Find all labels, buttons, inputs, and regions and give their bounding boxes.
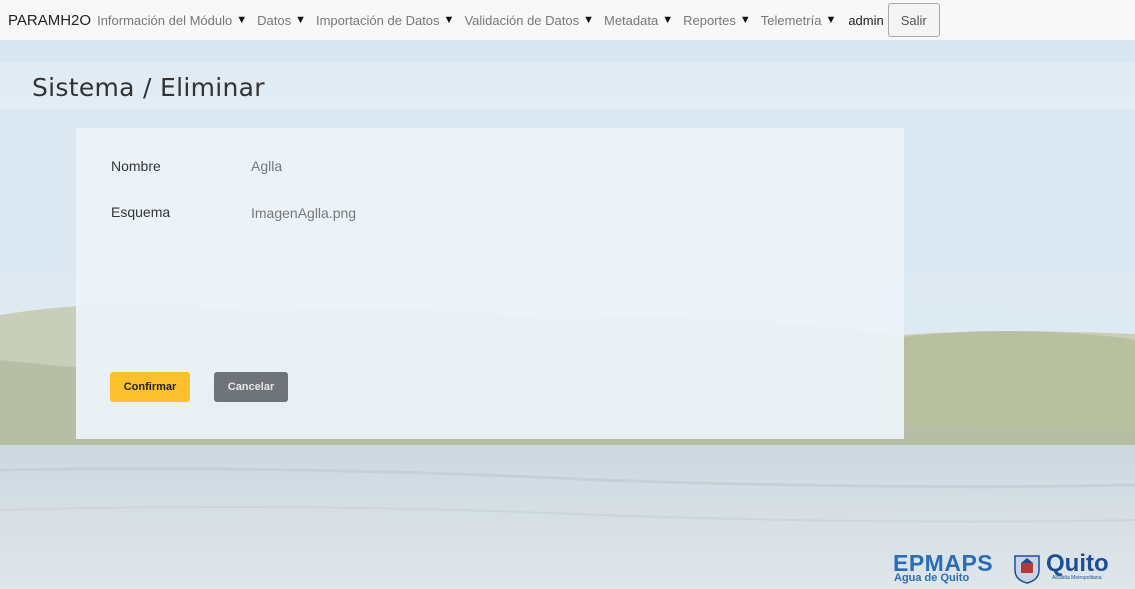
field-value-esquema: ImagenAglla.png bbox=[251, 205, 357, 221]
nav-item-reportes[interactable]: Reportes ▼ bbox=[683, 13, 755, 28]
field-label-nombre: Nombre bbox=[111, 158, 161, 174]
nav-item-metadata[interactable]: Metadata ▼ bbox=[604, 13, 677, 28]
nav-item-label: Importación de Datos bbox=[315, 12, 440, 28]
nav-item-informacion[interactable]: Información del Módulo ▼ bbox=[97, 13, 251, 28]
caret-down-icon: ▼ bbox=[825, 14, 837, 26]
nav-item-label: Datos bbox=[257, 12, 292, 28]
caret-down-icon: ▼ bbox=[583, 14, 594, 26]
delete-confirmation-card: Nombre Aglla Esquema ImagenAglla.png Con… bbox=[76, 128, 904, 439]
city-shield-icon bbox=[1013, 554, 1041, 589]
caret-down-icon: ▼ bbox=[295, 14, 306, 26]
logout-button[interactable]: Salir bbox=[887, 3, 940, 37]
nav-item-label: Validación de Datos bbox=[464, 12, 580, 28]
nav-item-telemetria[interactable]: Telemetría ▼ bbox=[761, 13, 841, 28]
city-logo-subtext: Alcaldía Metropolitana bbox=[1052, 575, 1102, 581]
footer-logo: EPMAPS Agua de Quito Quito Alcaldía Metr… bbox=[893, 550, 1135, 587]
nav-item-label: Metadata bbox=[604, 12, 659, 28]
nav-item-importacion[interactable]: Importación de Datos ▼ bbox=[316, 13, 458, 28]
cancel-button[interactable]: Cancelar bbox=[214, 372, 288, 402]
caret-down-icon: ▼ bbox=[739, 14, 751, 26]
city-logo-text: Quito bbox=[1046, 550, 1109, 577]
user-name: admin bbox=[848, 12, 884, 28]
nav-item-label: Información del Módulo bbox=[97, 12, 233, 28]
caret-down-icon: ▼ bbox=[236, 14, 248, 26]
nav-item-validacion[interactable]: Validación de Datos ▼ bbox=[464, 13, 598, 28]
nav-item-label: Reportes bbox=[683, 12, 736, 28]
confirm-button[interactable]: Confirmar bbox=[110, 372, 190, 402]
top-navbar: PARAMH2O Información del Módulo ▼ Datos … bbox=[0, 0, 1135, 40]
page-title: Sistema / Eliminar bbox=[32, 73, 265, 102]
field-value-nombre: Aglla bbox=[251, 158, 283, 174]
nav-item-datos[interactable]: Datos ▼ bbox=[257, 13, 310, 28]
caret-down-icon: ▼ bbox=[662, 14, 674, 26]
caret-down-icon: ▼ bbox=[443, 14, 455, 26]
nav-item-label: Telemetría bbox=[760, 12, 822, 28]
org-logo-subtext: Agua de Quito bbox=[894, 572, 970, 584]
brand-logo[interactable]: PARAMH2O bbox=[8, 12, 91, 29]
field-label-esquema: Esquema bbox=[111, 204, 171, 220]
